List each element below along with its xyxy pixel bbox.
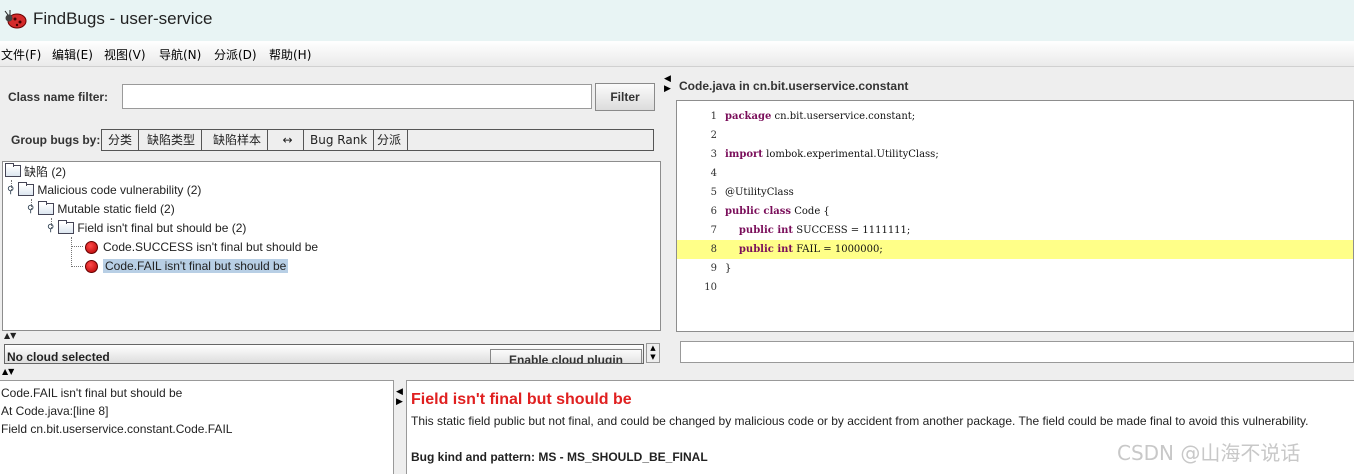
tree-bug-label: Code.FAIL isn't final but should be (103, 259, 289, 273)
tree-bug-label: Code.SUCCESS isn't final but should be (103, 240, 319, 254)
cloud-bar: No cloud selected Enable cloud plugin (4, 344, 644, 364)
bottom-splitter-arrows-icon[interactable]: ◀ ▶ (396, 387, 403, 407)
line-number: 5 (710, 187, 717, 198)
tree-connector (71, 246, 83, 247)
line-number: 10 (704, 282, 717, 293)
code-line: 2 (677, 126, 1353, 145)
tree-root[interactable]: 缺陷 (2) (5, 162, 66, 180)
menu-view[interactable]: 视图(V) (104, 46, 146, 63)
menu-designation[interactable]: 分派(D) (214, 46, 257, 63)
code-line: 4 (677, 164, 1353, 183)
title-bar: FindBugs - user-service (0, 0, 1354, 41)
bug-severity-icon (85, 259, 98, 273)
group-by-designation[interactable]: 分派 (371, 130, 409, 150)
source-search-field[interactable] (680, 341, 1354, 363)
code-line: 8 public int FAIL = 1000000; (677, 240, 1353, 259)
code-line: 3 import lombok.experimental.UtilityClass… (677, 145, 1353, 164)
tree-subcategory[interactable]: ⚲ Mutable static field (2) (27, 200, 175, 218)
code-text: package cn.bit.userservice.constant; (725, 111, 916, 122)
group-by-category[interactable]: 分类 (102, 130, 140, 150)
code-keyword: package (725, 111, 772, 122)
line-number: 2 (710, 130, 717, 141)
code-keyword: import (725, 149, 763, 160)
summary-bug-title: Code.FAIL isn't final but should be (1, 386, 183, 400)
horizontal-splitter-arrows-icon[interactable]: ▲▼ (2, 367, 14, 376)
tree-bug-item[interactable]: Code.SUCCESS isn't final but should be (85, 238, 318, 256)
code-line: 7 public int SUCCESS = 1111111; (677, 221, 1353, 240)
line-number: 3 (710, 149, 717, 160)
details-title: Field isn't final but should be (411, 391, 632, 408)
line-number: 7 (710, 225, 717, 236)
code-line: 1 package cn.bit.userservice.constant; (677, 107, 1353, 126)
code-text: public class Code { (725, 206, 830, 217)
bug-tree: 缺陷 (2) ⚲ Malicious code vulnerability (2… (2, 161, 661, 331)
csdn-watermark: CSDN @山海不说话 (1117, 441, 1301, 465)
code-text: import lombok.experimental.UtilityClass; (725, 149, 939, 160)
code-line: 10 (677, 278, 1353, 297)
expand-toggle-icon[interactable]: ⚲ (7, 185, 14, 196)
expand-toggle-icon[interactable]: ⚲ (27, 204, 34, 215)
code-keyword: public int (725, 225, 794, 236)
tree-subcategory-label: Mutable static field (2) (57, 202, 175, 216)
code-keyword: public int (725, 244, 794, 255)
summary-location-link[interactable]: At Code.java:[line 8] (1, 404, 108, 418)
code-text: public int FAIL = 1000000; (725, 244, 883, 255)
class-filter-input[interactable] (122, 84, 592, 109)
code-line: 9} (677, 259, 1353, 278)
enable-cloud-plugin-button[interactable]: Enable cloud plugin (490, 349, 642, 363)
code-line: 6 public class Code { (677, 202, 1353, 221)
tree-category[interactable]: ⚲ Malicious code vulnerability (2) (7, 181, 201, 199)
code-keyword: public class (725, 206, 792, 217)
cloud-status: No cloud selected (7, 350, 110, 364)
details-bug-pattern: Bug kind and pattern: MS - MS_SHOULD_BE_… (411, 450, 708, 464)
tree-category-label: Malicious code vulnerability (2) (37, 183, 202, 197)
source-code-panel: 1 package cn.bit.userservice.constant; 2 3 i… (676, 100, 1354, 332)
tree-pattern-label: Field isn't final but should be (2) (77, 221, 247, 235)
code-text: } (725, 263, 732, 274)
group-by-bug-pattern[interactable]: 缺陷样本 (207, 130, 269, 150)
tree-connector (71, 266, 83, 267)
menu-navigate[interactable]: 导航(N) (159, 46, 201, 63)
tree-pattern[interactable]: ⚲ Field isn't final but should be (2) (47, 219, 246, 237)
bug-summary-panel: Code.FAIL isn't final but should be At C… (0, 380, 394, 474)
line-number: 9 (710, 263, 717, 274)
line-number: 4 (710, 168, 717, 179)
menu-edit[interactable]: 编辑(E) (52, 46, 93, 63)
tree-bug-item-selected[interactable]: Code.FAIL isn't final but should be (85, 257, 289, 275)
code-text: @UtilityClass (725, 187, 794, 198)
line-number: 1 (710, 111, 717, 122)
line-number: 8 (710, 244, 717, 255)
tree-connector (71, 237, 72, 267)
menu-help[interactable]: 帮助(H) (269, 46, 311, 63)
ladybug-icon (4, 10, 27, 29)
cloud-scroll-stepper[interactable]: ▲ ▼ (646, 343, 660, 363)
summary-field-link[interactable]: Field cn.bit.userservice.constant.Code.F… (1, 422, 232, 436)
line-number: 6 (710, 206, 717, 217)
group-by-bug-rank[interactable]: Bug Rank (304, 130, 375, 150)
window-title: FindBugs - user-service (33, 9, 213, 28)
group-by-divider-swap[interactable]: ↔ (272, 130, 304, 150)
code-text: public int SUCCESS = 1111111; (725, 225, 911, 236)
source-file-header: Code.java in cn.bit.userservice.constant (679, 79, 909, 93)
splitter-arrows-icon[interactable]: ▲▼ (4, 331, 16, 340)
expand-toggle-icon[interactable]: ⚲ (47, 223, 54, 234)
vertical-splitter-arrows-icon[interactable]: ◀ ▶ (664, 74, 671, 94)
folder-icon (5, 163, 21, 177)
menu-file[interactable]: 文件(F) (1, 46, 41, 63)
folder-icon (38, 201, 55, 215)
group-by-bug-type[interactable]: 缺陷类型 (141, 130, 203, 150)
details-description: This static field public but not final, … (411, 414, 1309, 428)
tree-root-label: 缺陷 (2) (24, 164, 67, 179)
group-by-bar: 分类 缺陷类型 缺陷样本 ↔ Bug Rank 分派 (101, 129, 654, 151)
menu-bar: 文件(F) 编辑(E) 视图(V) 导航(N) 分派(D) 帮助(H) (0, 41, 1354, 67)
folder-icon (18, 182, 35, 196)
class-filter-label: Class name filter: (8, 90, 109, 104)
folder-icon (58, 220, 75, 234)
code-line: 5 @UtilityClass (677, 183, 1353, 202)
group-by-label: Group bugs by: (11, 133, 101, 147)
bug-severity-icon (85, 240, 98, 254)
filter-button[interactable]: Filter (595, 83, 655, 111)
